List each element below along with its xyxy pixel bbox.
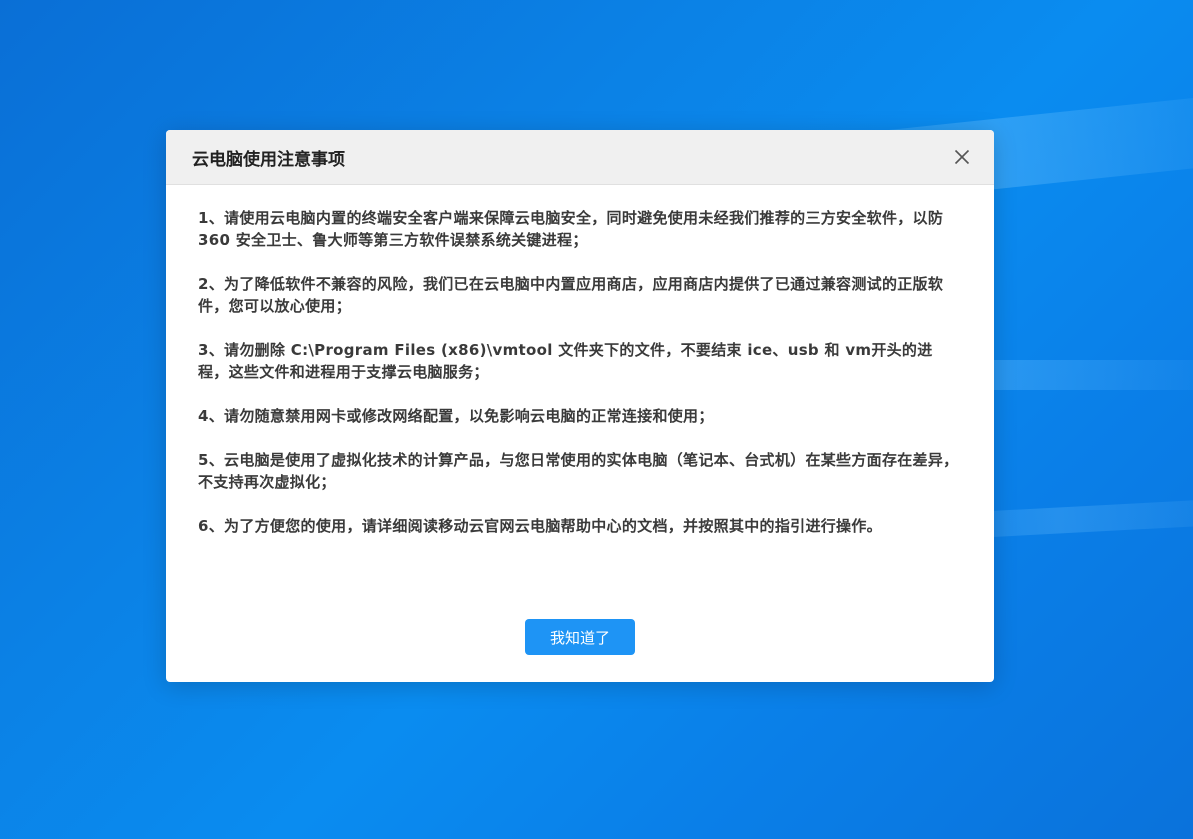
notice-item-5: 5、云电脑是使用了虚拟化技术的计算产品，与您日常使用的实体电脑（笔记本、台式机）… [198,451,959,491]
notice-item-6: 6、为了方便您的使用，请详细阅读移动云官网云电脑帮助中心的文档，并按照其中的指引… [198,517,882,535]
notice-item-2: 2、为了降低软件不兼容的风险，我们已在云电脑中内置应用商店，应用商店内提供了已通… [198,275,944,315]
dialog-body: 1、请使用云电脑内置的终端安全客户端来保障云电脑安全，同时避免使用未经我们推荐的… [166,185,994,605]
notice-item-4: 4、请勿随意禁用网卡或修改网络配置，以免影响云电脑的正常连接和使用； [198,407,714,425]
close-button[interactable] [950,145,974,169]
acknowledge-button[interactable]: 我知道了 [525,619,635,655]
notice-dialog: 云电脑使用注意事项 1、请使用云电脑内置的终端安全客户端来保障云电脑安全，同时避… [166,130,994,682]
dialog-header: 云电脑使用注意事项 [166,130,994,185]
dialog-title: 云电脑使用注意事项 [192,149,345,170]
notice-item-3: 3、请勿删除 C:\Program Files (x86)\vmtool 文件夹… [198,341,933,381]
close-icon [954,149,970,165]
notice-item-1: 1、请使用云电脑内置的终端安全客户端来保障云电脑安全，同时避免使用未经我们推荐的… [198,209,944,249]
dialog-footer: 我知道了 [166,619,994,655]
